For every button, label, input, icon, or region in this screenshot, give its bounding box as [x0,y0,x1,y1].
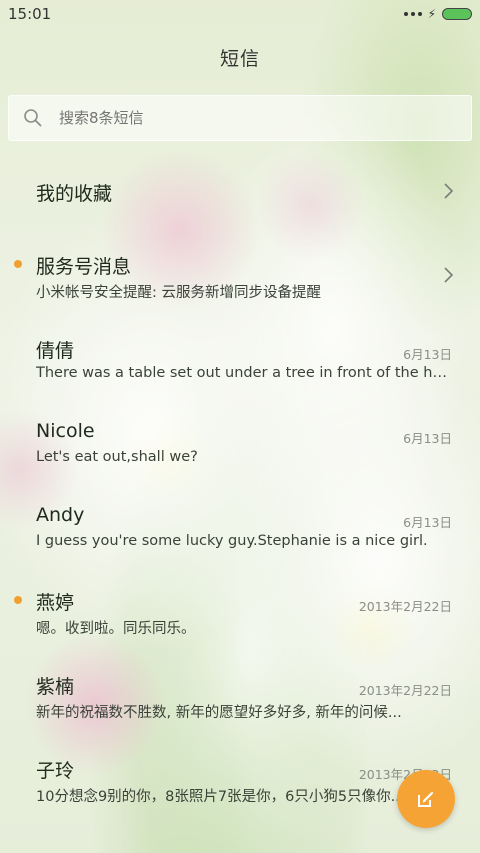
thread-title: 倩倩 [36,340,75,362]
unread-dot [14,260,22,268]
chevron-right-icon [444,267,454,283]
thread-title: 我的收藏 [36,183,113,205]
notification-dots-icon [403,12,422,16]
thread-preview: 新年的祝福数不胜数, 新年的愿望好多好多, 新年的问候... [36,705,402,721]
thread-date: 6月13日 [403,347,452,362]
thread-date: 6月13日 [403,515,452,530]
status-time: 15:01 [8,5,52,23]
thread-title: Andy [36,504,85,526]
status-bar: 15:01 ⚡ [0,0,480,28]
unread-dot [14,596,22,604]
thread-date: 2013年2月22日 [358,599,452,614]
thread-row[interactable]: Andy 6月13日 I guess you're some lucky guy… [0,486,480,570]
thread-date: 2013年2月22日 [358,683,452,698]
thread-title: Nicole [36,420,95,442]
search-bar[interactable] [8,95,472,141]
status-indicators: ⚡ [403,6,472,22]
thread-preview: 10分想念9别的你，8张照片7张是你，6只小狗5只像你... [36,789,405,805]
thread-title: 紫楠 [36,676,75,698]
thread-row[interactable]: 紫楠 2013年2月22日 新年的祝福数不胜数, 新年的愿望好多好多, 新年的问… [0,654,480,738]
compose-icon [418,791,434,807]
thread-preview: 嗯。收到啦。同乐同乐。 [36,621,196,637]
thread-preview: Let's eat out,shall we? [36,449,198,465]
thread-row-service[interactable]: 服务号消息 小米帐号安全提醒: 云服务新增同步设备提醒 [0,234,480,318]
page-title: 短信 [219,48,260,70]
charging-icon: ⚡ [427,7,436,21]
thread-preview: 小米帐号安全提醒: 云服务新增同步设备提醒 [36,285,321,301]
battery-icon [442,8,472,20]
chevron-right-icon [444,183,454,199]
search-input[interactable] [57,108,441,128]
thread-title: 子玲 [36,760,75,782]
thread-preview: I guess you're some lucky guy.Stephanie … [36,533,428,549]
thread-row[interactable]: 燕婷 2013年2月22日 嗯。收到啦。同乐同乐。 [0,570,480,654]
thread-row[interactable]: 倩倩 6月13日 There was a table set out under… [0,318,480,402]
thread-row[interactable]: Nicole 6月13日 Let's eat out,shall we? [0,402,480,486]
thread-preview: There was a table set out under a tree i… [36,365,452,381]
thread-title: 服务号消息 [36,256,132,278]
thread-row-favorites[interactable]: 我的收藏 [0,150,480,234]
search-icon [24,109,42,127]
thread-date: 6月13日 [403,431,452,446]
compose-button[interactable] [397,770,455,828]
thread-title: 燕婷 [36,592,75,614]
